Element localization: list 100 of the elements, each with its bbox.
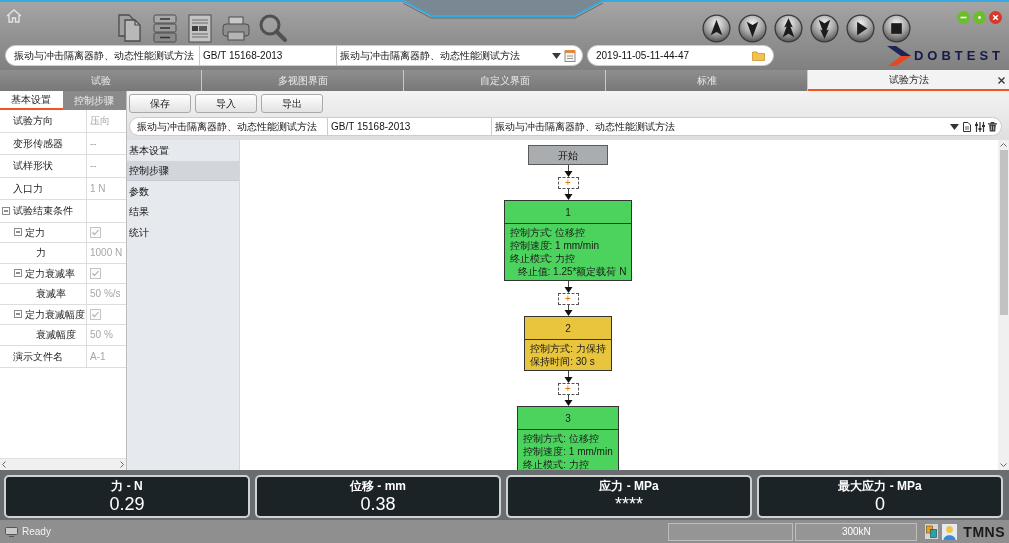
step-detail: 控制速度: 1 mm/min <box>509 239 600 252</box>
property-value: 50 % <box>90 328 113 343</box>
method-name-text: 振动与冲击隔离器静、动态性能测试方法 <box>137 120 317 134</box>
property-label: 变形传感器 <box>13 136 63 151</box>
logo-chevron-icon <box>886 46 911 66</box>
step-detail: 终止模式: 力控 <box>523 458 590 470</box>
scroll-down-icon[interactable] <box>1000 463 1007 467</box>
double-down-arrow-icon[interactable] <box>810 14 839 43</box>
readout-label: 位移 - mm <box>350 478 406 494</box>
property-value: A-1 <box>90 349 106 364</box>
cabinet-icon[interactable] <box>151 13 179 43</box>
property-value: -- <box>90 136 97 151</box>
start-node: 开始 <box>528 145 608 165</box>
minus-square-icon[interactable] <box>13 269 22 278</box>
documents-icon[interactable] <box>116 13 144 43</box>
readout-value: **** <box>615 494 643 515</box>
property-label: 演示文件名 <box>13 349 63 364</box>
double-up-arrow-icon[interactable] <box>774 14 803 43</box>
home-icon[interactable] <box>6 9 22 23</box>
step-detail: 终止模式: 力控 <box>509 252 577 265</box>
readout-label: 应力 - MPa <box>599 478 659 494</box>
minus-square-icon[interactable] <box>13 228 22 237</box>
property-label: 定力 <box>24 225 45 240</box>
step-detail: 控制方式: 力保持 <box>530 342 606 355</box>
squares-icon[interactable] <box>925 524 939 539</box>
property-label: 入口力 <box>13 181 43 196</box>
status-panel: 300kN <box>795 522 918 541</box>
property-label: 力 <box>36 246 46 261</box>
up-arrow-icon[interactable] <box>702 14 731 43</box>
stop-icon[interactable] <box>882 14 911 43</box>
method-name-text: 振动与冲击隔离器静、动态性能测试方法 <box>14 49 194 63</box>
step-detail: 控制方式: 位移控 <box>509 226 587 239</box>
down-arrow <box>563 305 573 316</box>
checkbox[interactable] <box>90 308 101 320</box>
scrollbar-track[interactable] <box>998 140 1009 470</box>
play-icon[interactable] <box>846 14 875 43</box>
person-icon[interactable] <box>942 523 958 540</box>
property-value: 1000 N <box>90 246 123 261</box>
document-icon[interactable] <box>963 121 971 132</box>
sliders-icon[interactable] <box>975 121 985 132</box>
step-detail: 控制方式: 位移控 <box>523 432 600 445</box>
scroll-left-icon[interactable] <box>2 461 6 468</box>
readout-value: 0 <box>875 494 885 515</box>
property-label: 试验方向 <box>13 114 53 129</box>
nav-item[interactable]: 结果 <box>127 201 239 222</box>
step-number: 3 <box>565 411 571 426</box>
tab[interactable]: 试验方法 <box>808 70 1009 91</box>
step-number: 2 <box>565 321 571 336</box>
action-button[interactable]: 导入 <box>195 94 257 113</box>
scroll-right-icon[interactable] <box>120 461 124 468</box>
property-label: 定力衰减率 <box>24 266 75 281</box>
maximize-icon[interactable] <box>973 11 986 24</box>
method-combo-field[interactable]: 振动与冲击隔离器静、动态性能测试方法 GB/T 15168-2013 振动与冲击隔离器静、动态性能测试方法 <box>5 45 583 66</box>
down-arrow-icon[interactable] <box>738 14 767 43</box>
nav-item[interactable]: 统计 <box>127 222 239 243</box>
property-value: 压向 <box>90 114 110 129</box>
down-arrow <box>563 189 573 200</box>
close-icon[interactable] <box>998 77 1005 84</box>
standard-number-text: GB/T 15168-2013 <box>331 120 411 134</box>
newspaper-icon[interactable] <box>186 13 214 43</box>
scroll-up-icon[interactable] <box>1000 143 1007 147</box>
method-combo-field[interactable]: 振动与冲击隔离器静、动态性能测试方法 GB/T 15168-2013 振动与冲击隔离器静、动态性能测试方法 <box>129 117 1002 136</box>
step-number: 1 <box>565 205 571 220</box>
property-label: 衰减幅度 <box>36 328 76 343</box>
nav-item[interactable]: 参数 <box>127 181 239 202</box>
step-detail: 终止值: 1.25*额定载荷 N <box>516 265 627 278</box>
date-field[interactable]: 2019-11-05-11-44-47 <box>587 45 774 66</box>
status-text: Ready <box>22 525 51 539</box>
nav-item[interactable]: 基本设置 <box>127 140 239 161</box>
scrollbar-track[interactable] <box>0 458 126 470</box>
property-label: 试样形状 <box>13 159 53 174</box>
folder-icon[interactable] <box>752 50 765 61</box>
caret-down-icon[interactable] <box>950 123 959 130</box>
scrollbar-thumb[interactable] <box>999 150 1008 315</box>
checkbox[interactable] <box>90 226 101 238</box>
readout-label: 最大应力 - MPa <box>838 478 922 494</box>
action-button[interactable]: 保存 <box>129 94 191 113</box>
search-icon[interactable] <box>258 13 288 43</box>
nav-item[interactable]: 控制步骤 <box>127 160 239 181</box>
minus-square-icon[interactable] <box>13 310 22 319</box>
down-arrow <box>563 395 573 406</box>
down-arrow <box>563 371 573 383</box>
panel-tab[interactable]: 基本设置 <box>0 91 63 110</box>
checkbox[interactable] <box>90 267 101 279</box>
property-value: 50 %/s <box>90 287 121 302</box>
trash-icon[interactable] <box>988 121 997 132</box>
action-button[interactable]: 导出 <box>261 94 323 113</box>
property-label: 衰减率 <box>36 287 66 302</box>
caret-down-icon[interactable] <box>552 52 561 59</box>
minimize-icon[interactable] <box>957 11 970 24</box>
step-detail: 控制速度: 1 mm/min <box>523 445 613 458</box>
method-title-text: 振动与冲击隔离器静、动态性能测试方法 <box>340 49 520 63</box>
property-value: -- <box>90 159 97 174</box>
minus-square-icon[interactable] <box>2 206 10 215</box>
standard-number-text: GB/T 15168-2013 <box>203 49 283 63</box>
property-value: 1 N <box>90 181 106 196</box>
date-text: 2019-11-05-11-44-47 <box>596 49 690 63</box>
logo-text: DOBTEST <box>913 49 1004 63</box>
step-detail: 保持时间: 30 s <box>530 355 596 368</box>
printer-icon[interactable] <box>221 13 251 43</box>
